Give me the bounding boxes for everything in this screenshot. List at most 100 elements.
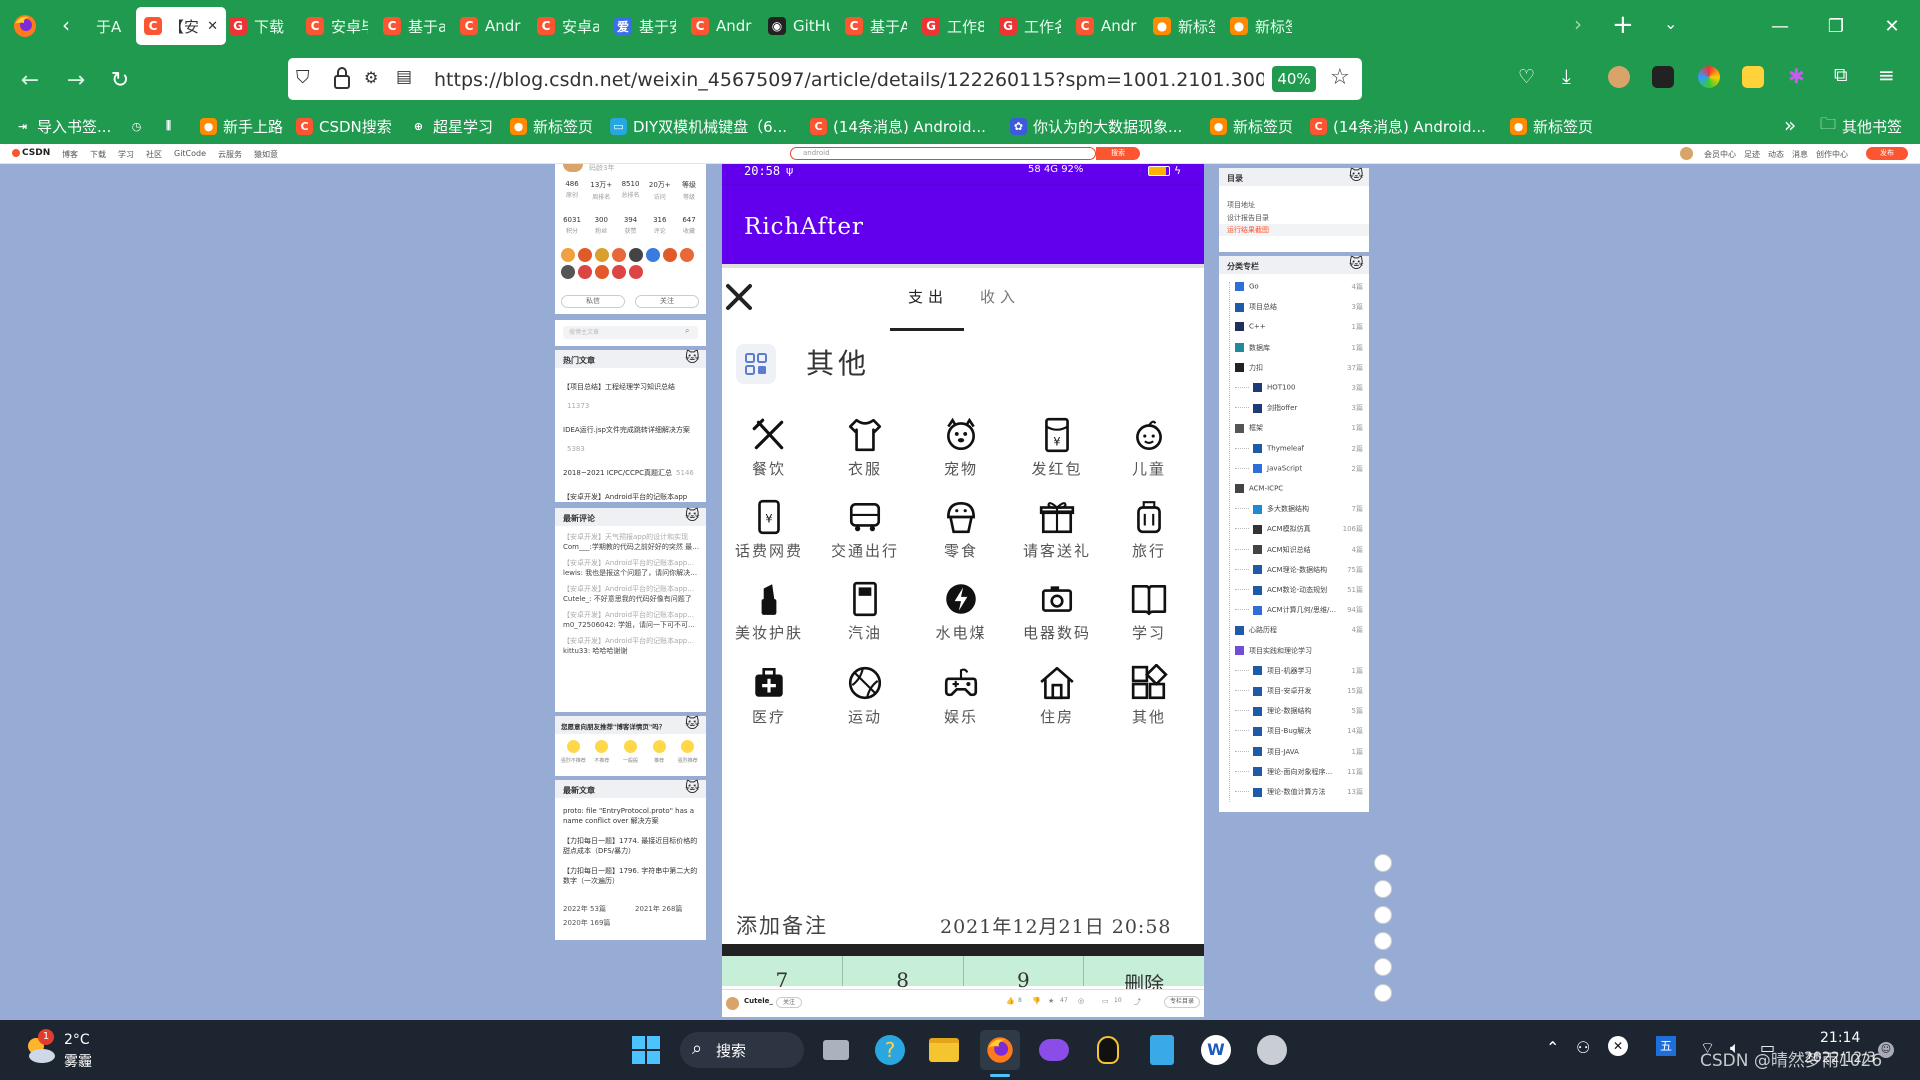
extensions-puzzle-icon[interactable]: ⧉ — [1834, 64, 1848, 86]
keypad-key-3[interactable]: 删除 — [1084, 956, 1204, 996]
tab-8[interactable]: C Andr — [683, 7, 753, 45]
hot-article[interactable]: 2018~2021 ICPC/CCPC真题汇总 5146 — [563, 460, 701, 479]
tray-overflow-chevron-icon[interactable]: ⌃ — [1546, 1038, 1559, 1057]
category-item[interactable]: 项目实践和理论学习 — [1235, 646, 1363, 656]
csdn-search-button[interactable]: 搜索 — [1096, 147, 1140, 160]
app-menu-icon[interactable]: ≡ — [1878, 63, 1895, 87]
url-bar[interactable]: ⛉ ⚙ ▤ https://blog.csdn.net/weixin_45675… — [288, 58, 1362, 100]
close-tab-icon[interactable]: ✕ — [207, 19, 218, 34]
pocket-icon[interactable]: ♡ — [1518, 66, 1535, 88]
category-gamepad[interactable]: 娱乐 — [926, 664, 996, 727]
latest-article[interactable]: proto: file "EntryProtocol.proto" has a … — [563, 806, 701, 826]
app-mask-icon[interactable] — [1034, 1030, 1074, 1070]
new-tab-button[interactable]: + — [1612, 10, 1634, 40]
bookmark-6[interactable]: ● 新标签页 — [510, 115, 593, 137]
avatar[interactable] — [563, 164, 583, 172]
tab-list-chevron-down-icon[interactable]: ⌄ — [1664, 14, 1677, 33]
category-item[interactable]: 项目总结 3篇 — [1235, 302, 1363, 312]
tab-7[interactable]: 爱基于安 — [606, 7, 676, 45]
category-luggage[interactable]: 旅行 — [1114, 498, 1184, 561]
category-item[interactable]: 框架 1篇 — [1235, 423, 1363, 433]
comment-line[interactable]: 【安卓开发】Android平台的记账本app... — [563, 584, 701, 594]
weather-desc[interactable]: 雾霾 — [64, 1051, 92, 1071]
bookmark-1[interactable]: ◷ — [128, 115, 145, 137]
category-item[interactable]: ACM模拟仿真 106篇 — [1235, 524, 1363, 534]
achievement-badge-icon[interactable] — [663, 248, 677, 262]
category-item[interactable]: 理论-数据结构 5篇 — [1235, 706, 1363, 716]
csdn-right-link-4[interactable]: 创作中心 — [1816, 149, 1848, 160]
csdn-nav-5[interactable]: 云服务 — [218, 149, 242, 160]
toc-item-2[interactable]: 设计报告目录 — [1227, 213, 1269, 223]
service-icon[interactable] — [1374, 932, 1392, 950]
toc-item-3[interactable]: 运行结果截图 — [1227, 225, 1269, 235]
tab-expense[interactable]: 支出 — [908, 286, 948, 307]
bookmark-7[interactable]: ▭ DIY双模机械键盘（6... — [610, 115, 787, 137]
category-item[interactable]: 多大数据结构 7篇 — [1235, 504, 1363, 514]
reward-icon[interactable]: ◎ — [1078, 997, 1084, 1005]
survey-option[interactable]: 一般般 — [617, 740, 643, 764]
comment-line[interactable]: 【安卓开发】Android平台的记账本app... — [563, 558, 701, 568]
blog-search-input[interactable]: 搜博主文章 — [563, 326, 698, 339]
keypad-key-0[interactable]: 7 — [722, 956, 843, 992]
follow-button[interactable]: 关注 — [635, 295, 699, 308]
category-item[interactable]: ACM-ICPC — [1235, 484, 1363, 493]
date-time-picker[interactable]: 2021年12月21日 20:58 — [940, 912, 1172, 939]
like-icon[interactable]: 👍 — [1006, 997, 1015, 1005]
bookmark-3[interactable]: ● 新手上路 — [200, 115, 283, 137]
survey-option[interactable]: 推荐 — [646, 740, 672, 764]
category-item[interactable]: 心路历程 4篇 — [1235, 625, 1363, 635]
bookmark-icon[interactable] — [1374, 854, 1392, 872]
tab-2[interactable]: G 下载 — [221, 7, 291, 45]
lock-icon[interactable] — [332, 66, 352, 90]
category-item[interactable]: ACM数论-动态规划 51篇 — [1235, 585, 1363, 595]
category-item[interactable]: 项目-机器学习 1篇 — [1235, 666, 1363, 676]
category-item[interactable]: JavaScript 2篇 — [1235, 463, 1363, 473]
tab-3[interactable]: C 安卓毕 — [298, 7, 368, 45]
comment-line[interactable]: lewis: 我也是报这个问题了，请问你解决了吗 — [563, 568, 701, 578]
tab-income[interactable]: 收入 — [980, 286, 1020, 307]
message-button[interactable]: 私信 — [561, 295, 625, 308]
category-item[interactable]: 项目-安卓开发 15篇 — [1235, 686, 1363, 696]
extension-3-icon[interactable] — [1742, 66, 1764, 88]
csdn-right-link-0[interactable]: 会员中心 — [1704, 149, 1736, 160]
downloads-icon[interactable]: ⤓ — [1562, 64, 1571, 88]
bookmark-9[interactable]: ✿ 你认为的大数据现象... — [1010, 115, 1182, 137]
comment-line[interactable]: m0_72506042: 学姐，请问一下可不可以分享一个完整版的代码 — [563, 620, 701, 630]
file-explorer-icon[interactable] — [924, 1030, 964, 1070]
tab-5[interactable]: C Andr — [452, 7, 522, 45]
achievement-badge-icon[interactable] — [578, 265, 592, 279]
category-camera[interactable]: 电器数码 — [1022, 580, 1092, 643]
dislike-icon[interactable]: 👎 — [1032, 997, 1041, 1005]
latest-article[interactable]: 【力扣每日一题】1796. 字符串中第二大的数字（一次遍历） — [563, 866, 701, 886]
account-avatar[interactable] — [1608, 66, 1630, 88]
tab-10[interactable]: C 基于A — [837, 7, 907, 45]
survey-option[interactable]: 不推荐 — [589, 740, 615, 764]
comment-line[interactable]: Com___:学期教的代码之前好好的突然 最近三天怎么请问有办法吗？ — [563, 542, 701, 552]
bookmark-0[interactable]: ⇥ 导入书签... — [14, 115, 111, 137]
category-item[interactable]: 项目-Bug解决 14篇 — [1235, 726, 1363, 736]
csdn-nav-4[interactable]: GitCode — [174, 149, 206, 160]
category-item[interactable]: 理论-面向对象程序... 11篇 — [1235, 767, 1363, 777]
note-input[interactable]: 添加备注 — [736, 910, 828, 940]
tab-11[interactable]: G 工作8 — [914, 7, 984, 45]
category-item[interactable]: ACM计算几何/思维/... 94篇 — [1235, 605, 1363, 615]
hot-article[interactable]: IDEA运行.jsp文件完成跳转详细解决方案 5383 — [563, 417, 701, 455]
tab-4[interactable]: C 基于a — [375, 7, 445, 45]
achievement-badge-icon[interactable] — [595, 265, 609, 279]
category-item[interactable]: C++ 1篇 — [1235, 322, 1363, 332]
category-fork-knife[interactable]: 餐饮 — [734, 416, 804, 479]
tray-app-icon[interactable]: ⚇ — [1576, 1038, 1590, 1057]
category-baby[interactable]: 儿童 — [1114, 416, 1184, 479]
back-arrow-icon[interactable]: ← — [14, 64, 46, 96]
tab-6[interactable]: C 安卓a — [529, 7, 599, 45]
category-utility[interactable]: 水电煤 — [926, 580, 996, 643]
comment-line[interactable]: 【安卓开发】Android平台的记账本app... — [563, 610, 701, 620]
comment-icon[interactable] — [1374, 880, 1392, 898]
column-toc-button[interactable]: 专栏目录 — [1164, 996, 1200, 1008]
achievement-badge-icon[interactable] — [680, 248, 694, 262]
tray-close-icon[interactable]: ✕ — [1608, 1036, 1628, 1056]
toc-item-1[interactable]: 项目地址 — [1227, 200, 1255, 210]
word-app-icon[interactable]: W — [1196, 1030, 1236, 1070]
tips-icon[interactable]: ? — [870, 1030, 910, 1070]
author-avatar[interactable] — [726, 997, 739, 1010]
